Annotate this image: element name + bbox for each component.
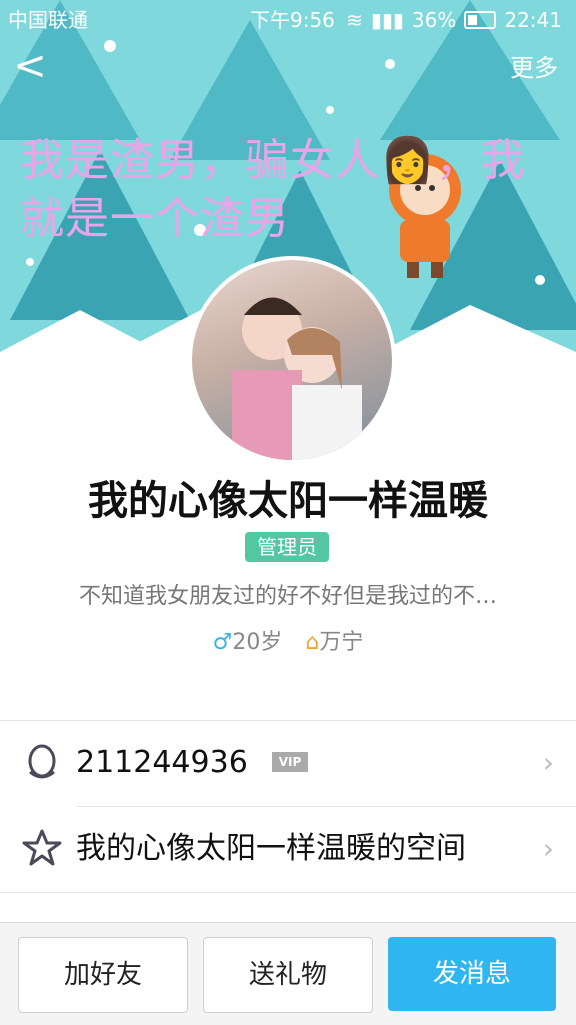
banner-overlay-text: 我是渣男，骗女人👩，我就是一个渣男 — [20, 135, 526, 244]
send-gift-button[interactable]: 送礼物 — [203, 937, 373, 1013]
status-right: ≋ ▮▮▮ 36% 22:41 — [346, 0, 562, 40]
home-icon: ⌂ — [305, 630, 320, 655]
profile-meta: ♂20岁 ⌂万宁 — [0, 624, 576, 656]
vip-badge: VIP — [272, 752, 308, 772]
status-time: 下午9:56 — [250, 8, 335, 32]
divider — [0, 892, 576, 893]
qq-number: 211244936 — [76, 745, 248, 780]
signal-icon: ▮▮▮ — [370, 8, 404, 32]
qzone-star-icon — [22, 829, 62, 866]
qq-penguin-icon — [28, 744, 56, 779]
status-right-time: 22:41 — [504, 8, 562, 32]
chevron-right-icon: › — [542, 746, 554, 779]
more-button[interactable]: 更多 — [510, 48, 558, 83]
profile-location: 万宁 — [319, 630, 364, 655]
carrier-text: 中国联通 — [8, 8, 88, 32]
admin-badge: 管理员 — [245, 532, 329, 562]
qzone-space-label: 我的心像太阳一样温暖的空间 — [76, 831, 466, 866]
bottom-action-bar: 加好友 送礼物 发消息 — [0, 922, 576, 1025]
wifi-icon: ≋ — [346, 8, 363, 32]
profile-signature[interactable]: 不知道我女朋友过的好不好但是我过的不… — [0, 578, 576, 610]
qzone-space-row[interactable]: 我的心像太阳一样温暖的空间 › — [0, 806, 576, 892]
qq-number-row[interactable]: 211244936 VIP › — [0, 720, 576, 806]
chevron-right-icon: › — [542, 832, 554, 865]
battery-percent: 36% — [411, 8, 457, 32]
profile-nickname: 我的心像太阳一样温暖 — [88, 478, 488, 524]
status-bar: 中国联通 下午9:56 ≋ ▮▮▮ 36% 22:41 — [0, 0, 576, 40]
avatar[interactable] — [188, 256, 396, 464]
back-button[interactable]: < — [10, 44, 50, 88]
add-friend-button[interactable]: 加好友 — [18, 937, 188, 1013]
send-message-button[interactable]: 发消息 — [388, 937, 556, 1011]
male-gender-icon: ♂ — [212, 630, 233, 655]
battery-icon — [464, 11, 497, 29]
avatar-photo — [232, 297, 362, 460]
profile-age: 20岁 — [232, 630, 283, 655]
